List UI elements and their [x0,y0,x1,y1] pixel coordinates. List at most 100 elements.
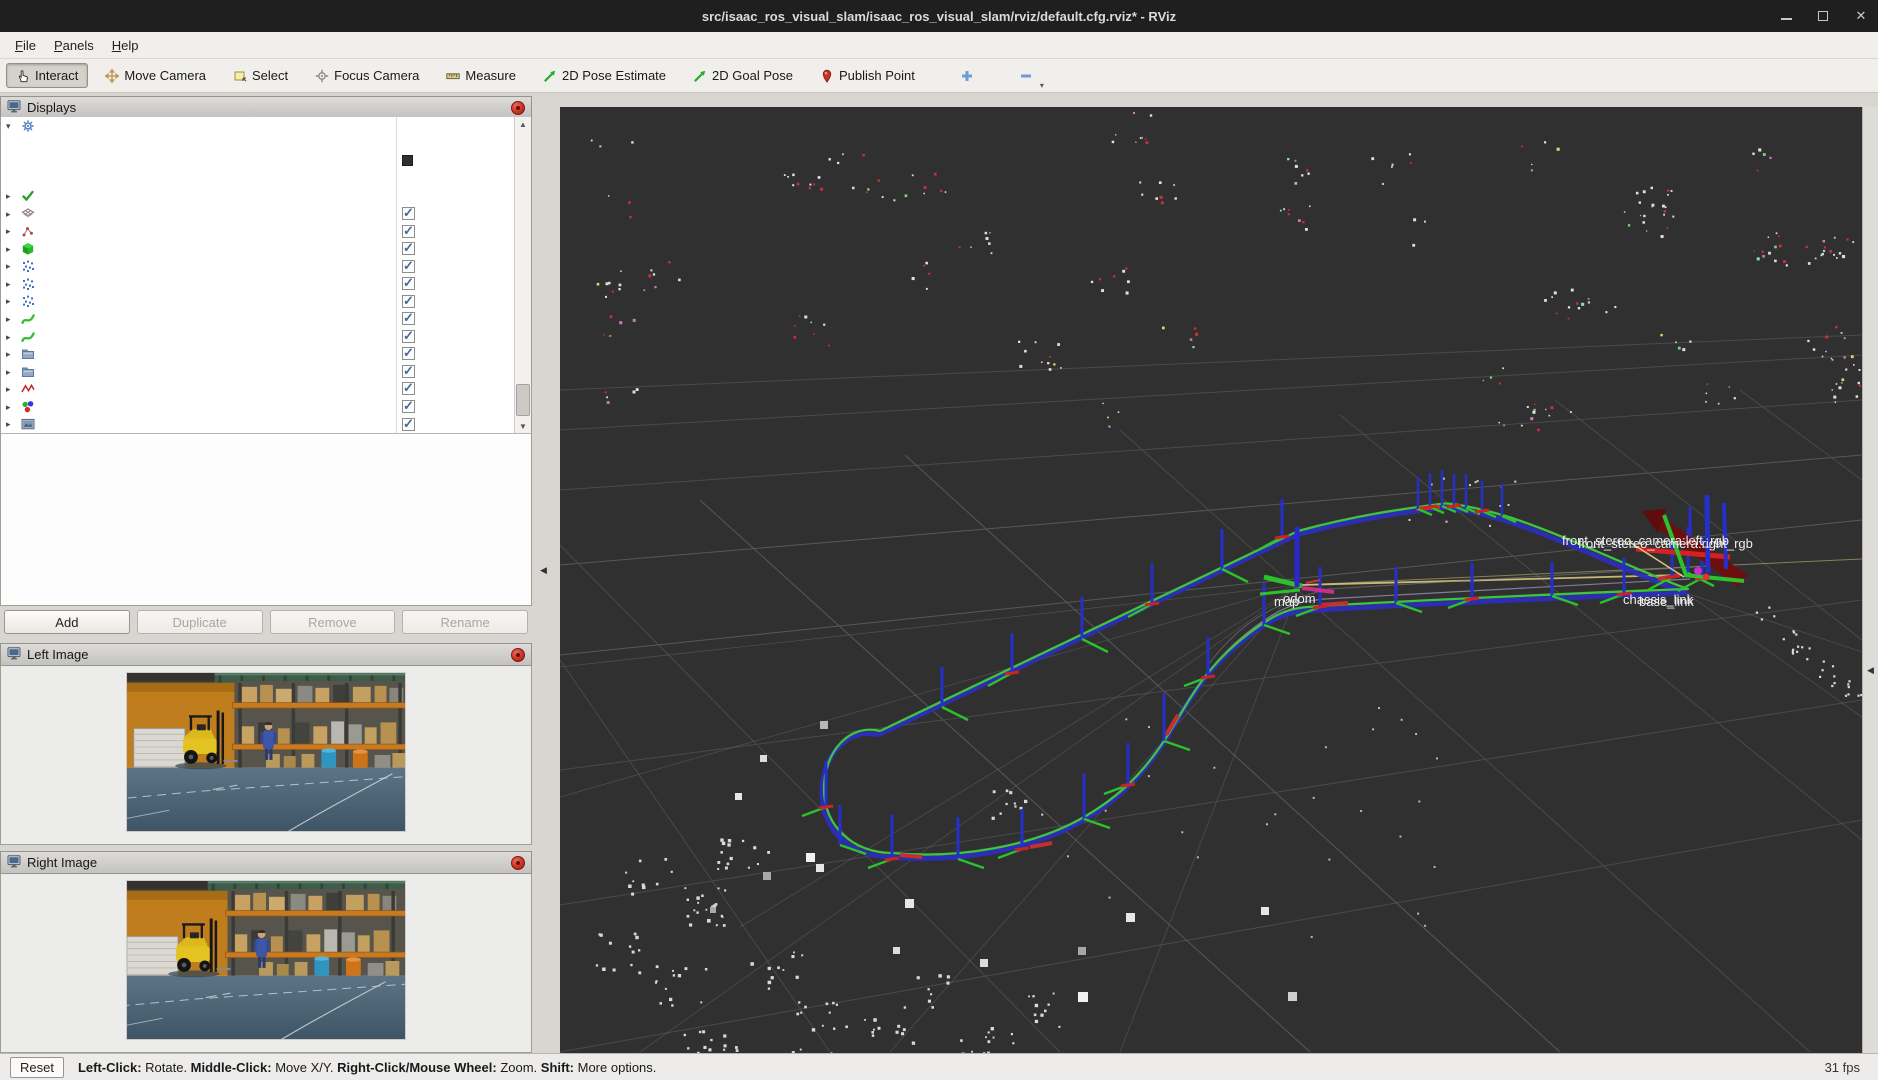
expand-arrow-icon[interactable]: ▸ [6,314,16,325]
enabled-checkbox[interactable]: ✓ [402,242,415,255]
left-image-view [0,666,532,845]
panel-close-button[interactable] [511,101,525,115]
expand-arrow-icon[interactable]: ▸ [6,332,16,343]
toolbar: Interact Move Camera Select Focus Camera Mea… [0,59,1878,93]
dropdown-caret-icon: ▾ [1040,81,1044,90]
expand-arrow-icon[interactable]: ▸ [6,349,16,360]
tree-row[interactable] [1,170,531,188]
enabled-checkbox[interactable]: ✓ [402,347,415,360]
minimize-icon[interactable] [1781,13,1792,20]
collapse-right-handle[interactable]: ◀ [1867,665,1874,676]
enabled-checkbox[interactable]: ✓ [402,225,415,238]
remove-tool-button[interactable]: ▾ [1009,64,1043,88]
enabled-checkbox[interactable]: ✓ [402,260,415,273]
tree-row[interactable]: ▸✓ [1,240,531,258]
displays-panel-header[interactable]: Displays [0,96,532,119]
enabled-checkbox[interactable]: ✓ [402,330,415,343]
close-icon[interactable]: ✕ [1854,9,1868,23]
tree-row[interactable]: ▸✓ [1,222,531,240]
window-controls: ✕ [1781,0,1868,32]
image-icon [21,417,35,434]
tool-publish-point[interactable]: Publish Point [810,63,925,88]
tree-row[interactable]: ▸✓ [1,363,531,381]
expand-arrow-icon[interactable]: ▸ [6,226,16,237]
tool-2d-pose-estimate[interactable]: 2D Pose Estimate [533,63,676,88]
expand-arrow-icon[interactable]: ▸ [6,191,16,202]
enabled-checkbox[interactable]: ✓ [402,295,415,308]
tool-focus-camera[interactable]: Focus Camera [305,63,429,88]
panel-close-button[interactable] [511,856,525,870]
expand-arrow-icon[interactable]: ▸ [6,419,16,430]
tree-row[interactable]: ▸✓ [1,257,531,275]
tool-measure[interactable]: Measure [436,63,526,88]
tree-scrollbar[interactable]: ▲▼ [514,117,531,434]
scroll-down-icon[interactable]: ▼ [515,419,531,434]
tree-row[interactable] [1,152,531,170]
zigzag-icon [21,382,35,399]
scrollbar-thumb[interactable] [516,384,530,416]
right-image-panel-header[interactable]: Right Image [0,851,532,874]
expand-arrow-icon[interactable]: ▸ [6,279,16,290]
tree-row[interactable]: ▸✓ [1,398,531,416]
expand-arrow-icon[interactable]: ▸ [6,261,16,272]
dots-icon [21,294,35,311]
enabled-checkbox[interactable]: ✓ [402,207,415,220]
tree-row[interactable]: ▸✓ [1,310,531,328]
tree-row[interactable]: ▸ [1,187,531,205]
menu-item-panels[interactable]: Panels [45,35,103,56]
tool-move-camera[interactable]: Move Camera [95,63,216,88]
tree-row[interactable]: ▸✓ [1,205,531,223]
remove-button[interactable]: Remove [270,610,396,634]
status-bar: Reset Left-Click: Rotate. Middle-Click: … [0,1053,1878,1080]
tool-interact[interactable]: Interact [6,63,88,88]
tree-row[interactable]: ▸✓ [1,345,531,363]
reset-button[interactable]: Reset [10,1057,64,1078]
right-image-panel-title: Right Image [27,855,505,870]
expand-arrow-icon[interactable]: ▸ [6,367,16,378]
panel-close-button[interactable] [511,648,525,662]
duplicate-button[interactable]: Duplicate [137,610,263,634]
enabled-checkbox[interactable]: ✓ [402,277,415,290]
minus-icon [1019,69,1033,83]
tree-row[interactable]: ▸✓ [1,415,531,433]
enabled-checkbox[interactable]: ✓ [402,365,415,378]
expand-arrow-icon[interactable]: ▸ [6,244,16,255]
enabled-checkbox[interactable]: ✓ [402,382,415,395]
expand-arrow-icon[interactable]: ▸ [6,296,16,307]
add-tool-button[interactable] [950,64,984,88]
left-image-panel-header[interactable]: Left Image [0,643,532,666]
expand-arrow-icon[interactable]: ▾ [6,121,16,132]
tool-select[interactable]: Select [223,63,298,88]
menu-item-help[interactable]: Help [103,35,148,56]
column-divider [396,117,397,434]
menu-item-file[interactable]: File [6,35,45,56]
tree-row[interactable] [1,135,531,153]
plus-icon [960,69,974,83]
add-button[interactable]: Add [4,610,130,634]
expand-arrow-icon[interactable]: ▸ [6,384,16,395]
frame-label: odom [1283,591,1316,606]
collapsed-side-panel[interactable]: ◀ [1862,107,1878,1053]
tree-row[interactable]: ▾ [1,117,531,135]
tree-row[interactable]: ▸✓ [1,275,531,293]
displays-panel-title: Displays [27,100,505,115]
path-icon [21,312,35,329]
expand-arrow-icon[interactable]: ▸ [6,402,16,413]
tree-row[interactable]: ▸✓ [1,328,531,346]
property-value[interactable] [402,155,417,166]
tool-2d-goal-pose[interactable]: 2D Goal Pose [683,63,803,88]
scroll-up-icon[interactable]: ▲ [515,117,531,132]
tree-row[interactable]: ▸✓ [1,380,531,398]
maximize-icon[interactable] [1818,11,1828,21]
enabled-checkbox[interactable]: ✓ [402,400,415,413]
camera-image [126,880,406,1040]
expand-arrow-icon[interactable]: ▸ [6,209,16,220]
tree-row[interactable]: ▸✓ [1,292,531,310]
monitor-icon [7,99,21,116]
collapse-left-handle[interactable]: ◀ [540,565,547,576]
rviz-window: src/isaac_ros_visual_slam/isaac_ros_visu… [0,0,1878,1080]
enabled-checkbox[interactable]: ✓ [402,312,415,325]
3d-viewport[interactable]: mapodomfront_stereo_camera:left_rgbfront… [560,107,1862,1053]
enabled-checkbox[interactable]: ✓ [402,418,415,431]
rename-button[interactable]: Rename [402,610,528,634]
